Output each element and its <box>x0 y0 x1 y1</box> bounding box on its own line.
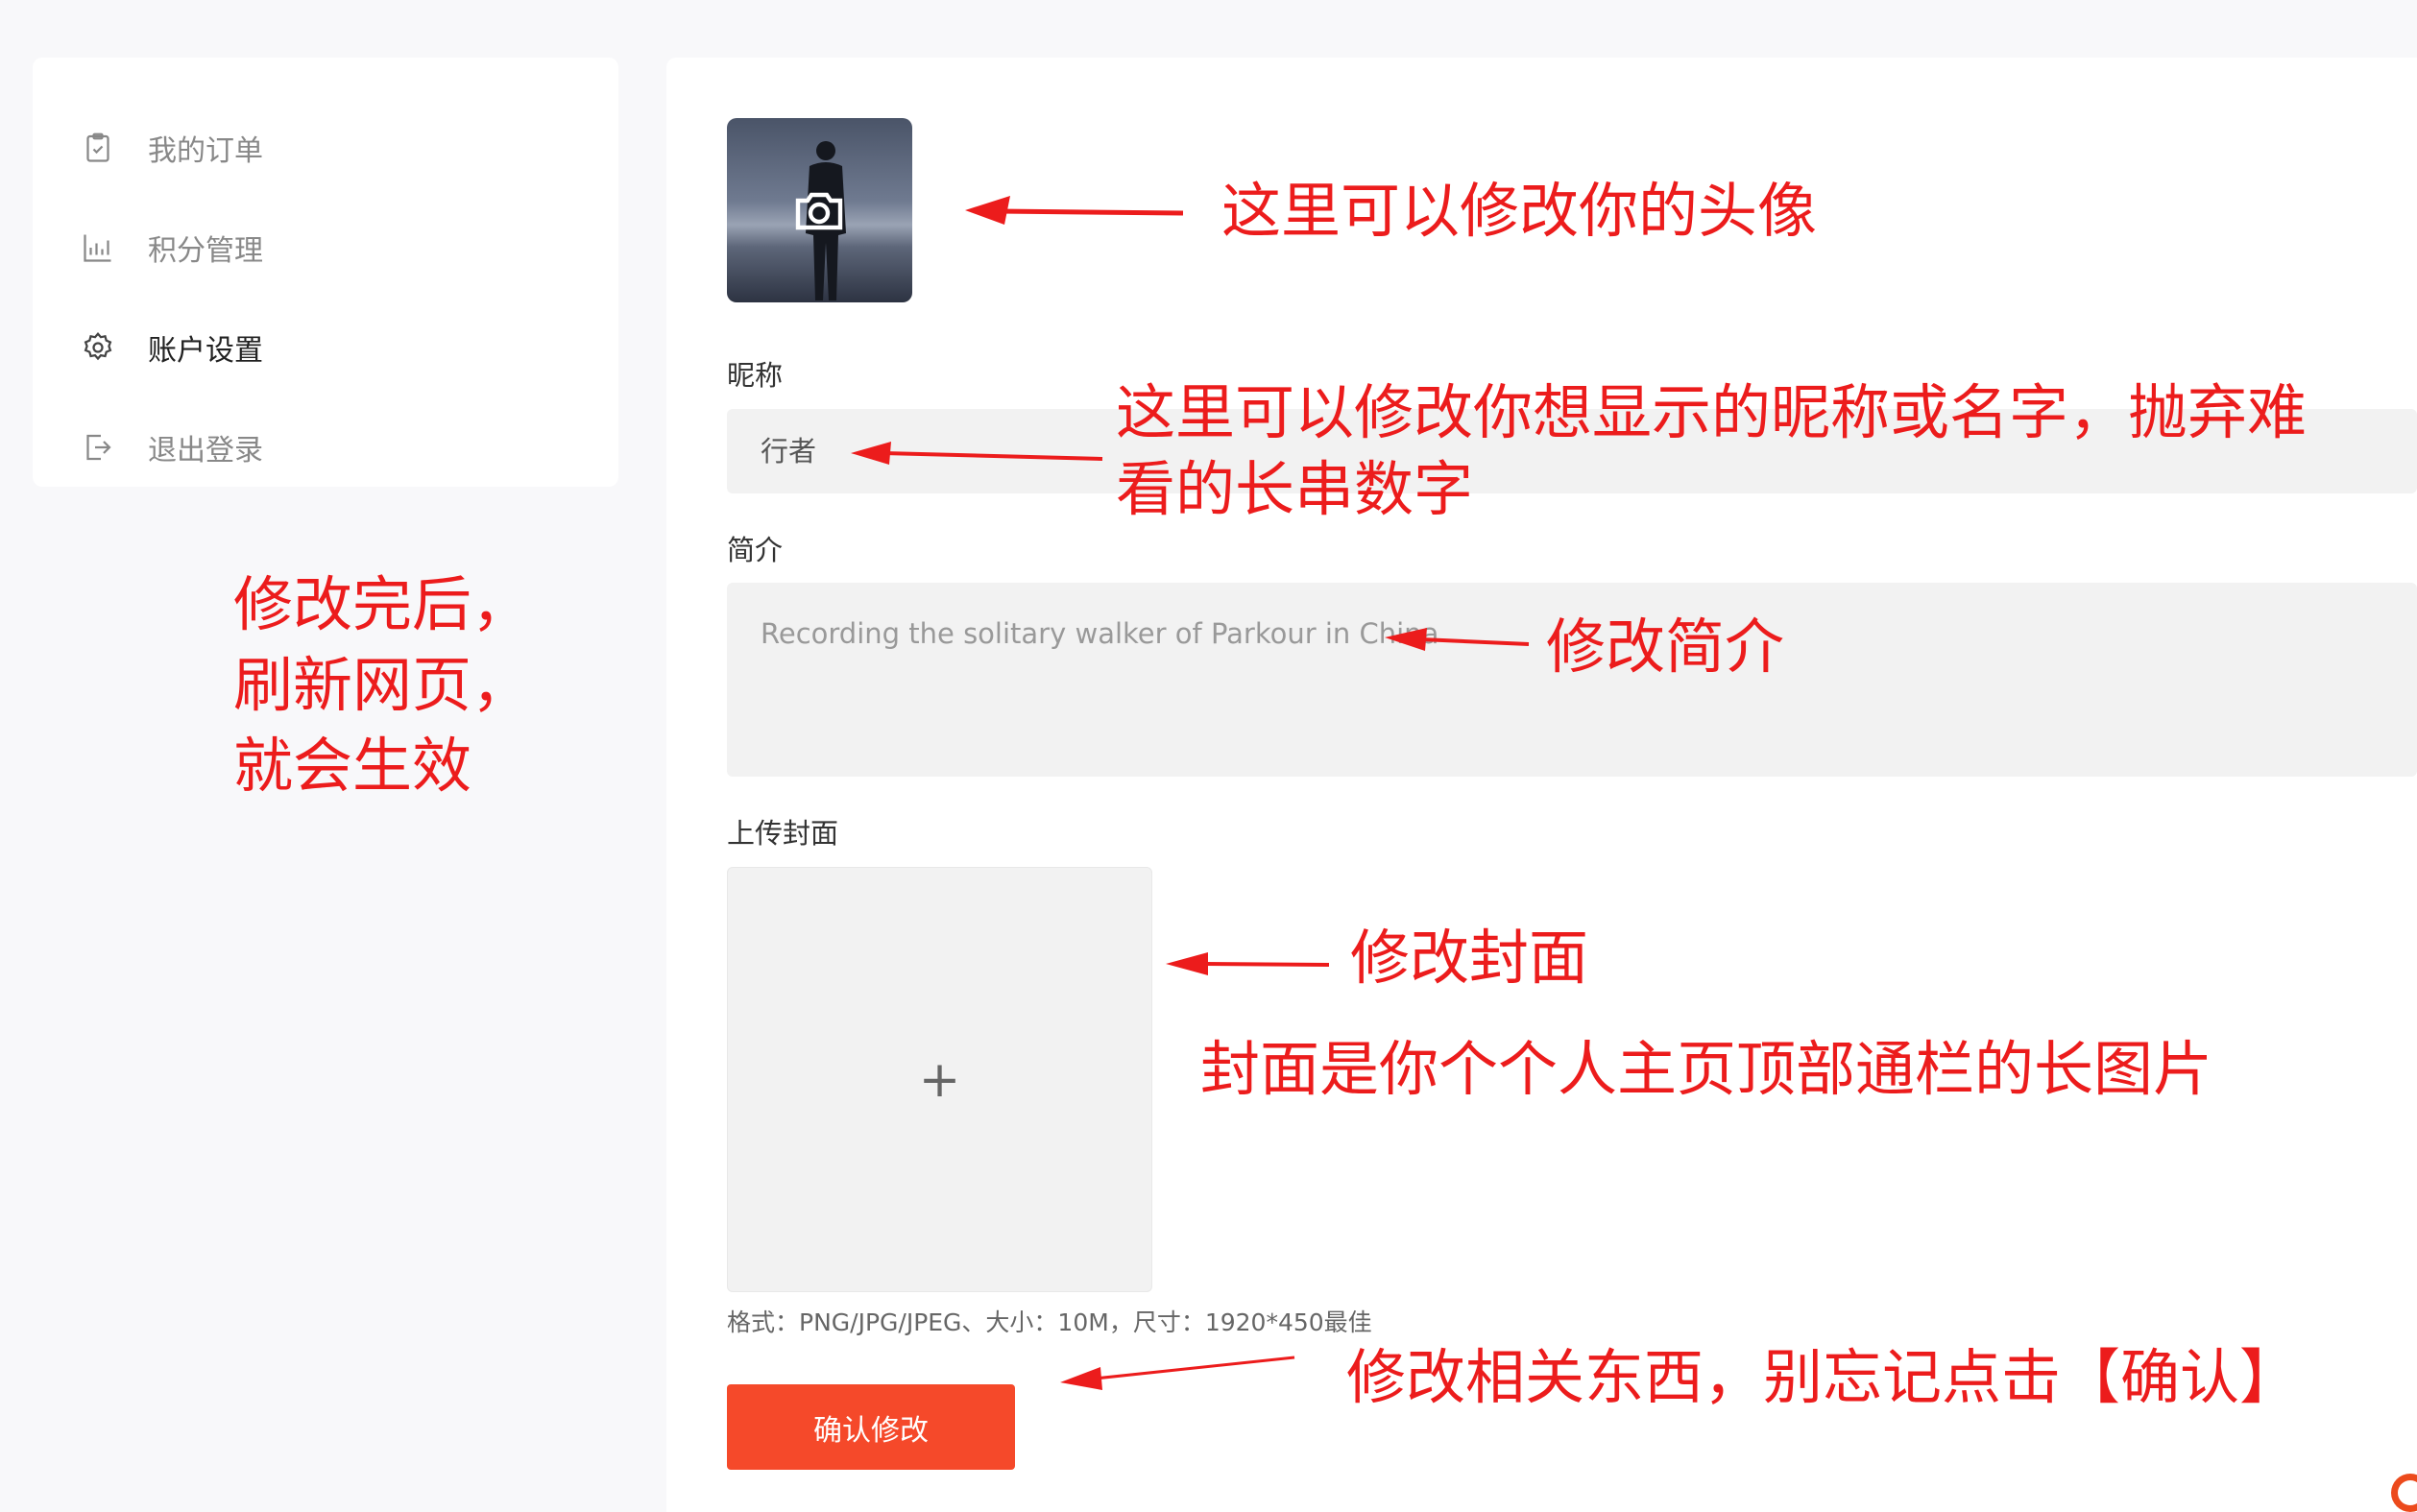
cover-label: 上传封面 <box>727 817 839 850</box>
order-clipboard-icon <box>79 129 117 167</box>
sidebar-item-label: 积分管理 <box>148 234 263 268</box>
intro-label: 简介 <box>727 534 784 566</box>
sidebar-item-account-settings[interactable]: 账户设置 <box>33 298 618 397</box>
chart-icon <box>79 228 117 267</box>
sidebar-item-label: 账户设置 <box>148 334 263 368</box>
account-settings-panel: 昵称 行者 简介 Recording the solitary walker o… <box>666 58 2417 1512</box>
annotation-cover-desc: 封面是你个个人主页顶部通栏的长图片 <box>1200 1034 2213 1104</box>
annotation-confirm: 修改相关东西，别忘记点击【确认】 <box>1346 1342 2300 1412</box>
annotation-refresh-line3: 就会生效 <box>233 731 472 801</box>
gear-icon <box>79 328 117 367</box>
cover-format-hint: 格式：PNG/JPG/JPEG、大小：10M，尺寸：1920*450最佳 <box>727 1308 1372 1336</box>
sidebar-item-label: 退出登录 <box>148 434 263 468</box>
annotation-nickname-line1: 这里可以修改你想显示的昵称或名字，抛弃难 <box>1116 377 2308 447</box>
sidebar-item-points[interactable]: 积分管理 <box>33 198 618 298</box>
sidebar-menu: 我的订单 积分管理 账户设置 退出登录 <box>33 58 618 487</box>
annotation-intro: 修改简介 <box>1546 612 1785 682</box>
nickname-label: 昵称 <box>727 359 784 392</box>
cover-upload-button[interactable]: + <box>727 867 1152 1292</box>
plus-icon: + <box>918 1050 961 1109</box>
sidebar-item-logout[interactable]: 退出登录 <box>33 397 618 497</box>
annotation-nickname-line2: 看的长串数字 <box>1116 454 1474 524</box>
annotation-avatar: 这里可以修改你的头像 <box>1221 176 1818 246</box>
confirm-button[interactable]: 确认修改 <box>727 1384 1015 1470</box>
sidebar-item-orders[interactable]: 我的订单 <box>33 98 618 198</box>
avatar-upload[interactable] <box>727 118 912 302</box>
logout-icon <box>79 428 117 467</box>
annotation-cover: 修改封面 <box>1350 923 1589 993</box>
annotation-refresh-line1: 修改完后， <box>233 569 532 639</box>
sidebar-item-label: 我的订单 <box>148 134 263 168</box>
annotation-refresh-line2: 刷新网页， <box>233 650 532 720</box>
camera-icon <box>795 192 843 230</box>
